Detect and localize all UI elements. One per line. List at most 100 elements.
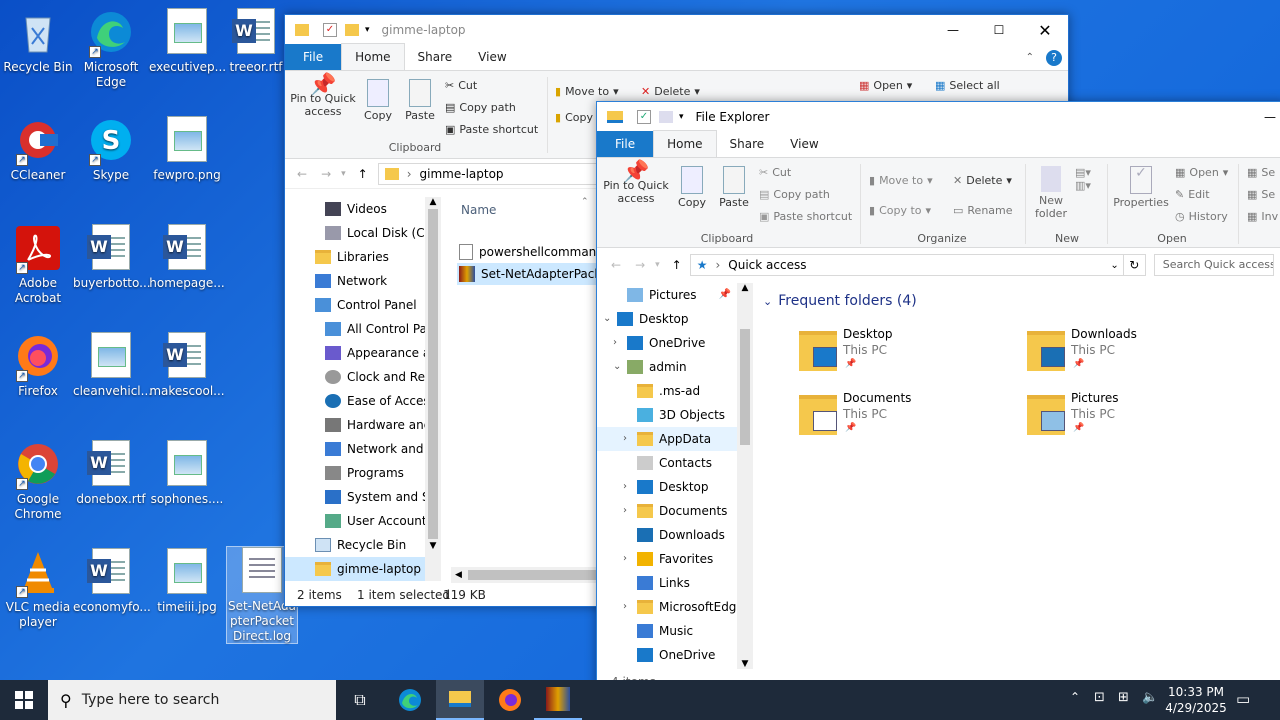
nav-item[interactable]: › Favorites [597, 547, 737, 571]
chevron-right-icon[interactable]: › [623, 499, 637, 523]
new-item-icon[interactable]: ▤▾ ▥▾ [1075, 166, 1097, 206]
nav-item-recycle-bin[interactable]: Recycle Bin [285, 533, 425, 557]
invert-selection-button[interactable]: ▦ Inv [1247, 210, 1278, 223]
history-button[interactable]: ◷ History [1175, 210, 1228, 223]
chevron-right-icon[interactable]: › [623, 547, 637, 571]
maximize-button[interactable]: ☐ [976, 23, 1022, 37]
up-icon[interactable]: ↑ [358, 167, 368, 181]
paste-shortcut-button[interactable]: ▣ Paste shortcut [445, 123, 538, 136]
desktop-icon-firefox[interactable]: ↗ Firefox [0, 332, 76, 399]
close-button[interactable]: ✕ [1022, 21, 1068, 40]
desktop-icon-vlc[interactable]: ↗ VLC media player [0, 548, 76, 630]
desktop-icon-ccleaner[interactable]: ↗ CCleaner [0, 116, 76, 183]
network-tray-icon[interactable]: ⊡ [1094, 690, 1105, 705]
nav-item[interactable]: ⌄ admin [597, 355, 737, 379]
select-none-button[interactable]: ▦ Se [1247, 188, 1275, 201]
nav-item-network[interactable]: Network [285, 269, 425, 293]
move-to-button[interactable]: ▮ Move to ▾ [869, 174, 933, 187]
cut-button[interactable]: ✂ Cut [759, 166, 791, 179]
clock[interactable]: 10:33 PM 4/29/2025 [1164, 684, 1228, 716]
properties-button[interactable]: ✓ Properties [1111, 166, 1171, 209]
nav-scrollbar[interactable]: ▲ ▼ [737, 283, 753, 669]
tab-share[interactable]: Share [405, 44, 466, 70]
back-icon[interactable]: ← [297, 167, 307, 181]
select-all-button[interactable]: ▦ Select all [935, 79, 1000, 92]
forward-icon[interactable]: → [321, 167, 331, 181]
nav-item[interactable]: Music [597, 619, 737, 643]
nav-item-network-internet[interactable]: Network and Internet [285, 437, 425, 461]
tab-home[interactable]: Home [341, 43, 405, 70]
nav-item[interactable]: Contacts [597, 451, 737, 475]
paste-button[interactable]: Paste [717, 166, 751, 209]
open-button[interactable]: ▦ Open ▾ [1175, 166, 1228, 179]
nav-item[interactable]: Links [597, 571, 737, 595]
nav-item-libraries[interactable]: Libraries [285, 245, 425, 269]
taskbar-file-explorer[interactable] [436, 680, 484, 720]
taskbar-edge[interactable] [386, 680, 434, 720]
desktop-icon-recycle-bin[interactable]: Recycle Bin [0, 8, 76, 75]
taskbar-firefox[interactable] [486, 680, 534, 720]
customize-qa-icon[interactable]: ▾ [365, 25, 370, 35]
customize-qa-icon[interactable]: ▾ [679, 112, 684, 122]
desktop-icon-donebox[interactable]: W donebox.rtf [73, 440, 149, 507]
new-folder-qa-icon[interactable] [659, 111, 673, 123]
search-box[interactable]: Search Quick access [1153, 254, 1274, 276]
nav-item-appearance[interactable]: Appearance and Personalization [285, 341, 425, 365]
tab-file[interactable]: File [285, 44, 342, 70]
desktop-icon-treeor[interactable]: W treeor.rtf [224, 8, 288, 75]
nav-item-all-control-panel[interactable]: All Control Panel Items [285, 317, 425, 341]
chevron-right-icon[interactable]: › [623, 475, 637, 499]
nav-item-system-security[interactable]: System and Security [285, 485, 425, 509]
move-to-button[interactable]: ▮ Move to ▾ [555, 85, 619, 98]
nav-item[interactable]: .ms-ad [597, 379, 737, 403]
tab-view[interactable]: View [465, 44, 519, 70]
nav-item[interactable]: › AppData [597, 427, 737, 451]
chevron-down-icon[interactable]: ⌄ [603, 307, 617, 331]
ribbon-collapse-icon[interactable]: ⌃ [1026, 52, 1034, 63]
nav-item-videos[interactable]: Videos [285, 197, 425, 221]
desktop-icon-cleanvehicl[interactable]: cleanvehicl... [73, 332, 152, 399]
desktop-icon-sophones[interactable]: sophones.... [149, 440, 225, 507]
nav-item[interactable]: Pictures 📌 [597, 283, 737, 307]
minimize-button[interactable]: — [1255, 110, 1280, 124]
desktop-icon-fewpro[interactable]: fewpro.png [149, 116, 225, 183]
horizontal-scrollbar[interactable]: ◀ [451, 567, 611, 583]
delete-button[interactable]: ✕ Delete ▾ [641, 85, 700, 98]
forward-icon[interactable]: → [635, 258, 645, 272]
pin-quick-access-button[interactable]: 📌 Pin to Quick access [289, 75, 357, 119]
properties-qa-icon[interactable]: ✓ [637, 110, 651, 124]
tab-home[interactable]: Home [653, 130, 717, 157]
nav-item-hardware-sound[interactable]: Hardware and Sound [285, 413, 425, 437]
column-header-name[interactable]: Name [461, 203, 496, 217]
refresh-button[interactable]: ↻ [1123, 254, 1146, 276]
nav-item-control-panel[interactable]: Control Panel [285, 293, 425, 317]
desktop-icon-makescool[interactable]: W makescool... [149, 332, 225, 399]
desktop-icon-acrobat[interactable]: ↗ Adobe Acrobat [0, 224, 76, 306]
recent-icon[interactable]: ▾ [655, 260, 660, 270]
recent-icon[interactable]: ▾ [341, 169, 346, 179]
delete-button[interactable]: ✕ Delete ▾ [953, 174, 1012, 187]
paste-shortcut-button[interactable]: ▣ Paste shortcut [759, 210, 852, 223]
chevron-right-icon[interactable]: › [613, 331, 627, 355]
address-bar[interactable]: ★ › Quick access ⌄ [689, 254, 1124, 276]
copy-path-button[interactable]: ▤ Copy path [759, 188, 830, 201]
desktop-icon-edge[interactable]: ↗ Microsoft Edge [73, 8, 149, 90]
desktop-icon-economyfo[interactable]: W economyfo... [73, 548, 151, 615]
copy-path-button[interactable]: ▤ Copy path [445, 101, 516, 114]
edit-button[interactable]: ✎ Edit [1175, 188, 1210, 201]
nav-item-gimme-laptop[interactable]: gimme-laptop [285, 557, 425, 581]
nav-item-ease-of-access[interactable]: Ease of Access [285, 389, 425, 413]
frequent-folder-tile[interactable]: Desktop This PC 📌 [799, 327, 999, 387]
desktop-icon-homepage[interactable]: W homepage... [149, 224, 225, 291]
frequent-folder-tile[interactable]: Documents This PC 📌 [799, 391, 999, 451]
nav-item[interactable]: ⌄ Desktop [597, 307, 737, 331]
copy-to-button[interactable]: ▮ Copy [555, 111, 593, 124]
copy-button[interactable]: Copy [361, 79, 395, 122]
nav-item[interactable]: › OneDrive [597, 331, 737, 355]
tab-file[interactable]: File [597, 131, 654, 157]
new-folder-qa-icon[interactable] [345, 24, 359, 36]
desktop-icon-buyerbotto[interactable]: W buyerbotto... [73, 224, 151, 291]
start-button[interactable] [0, 680, 48, 720]
open-button[interactable]: ▦ Open ▾ [859, 79, 912, 92]
address-dropdown-icon[interactable]: ⌄ [1110, 260, 1118, 271]
